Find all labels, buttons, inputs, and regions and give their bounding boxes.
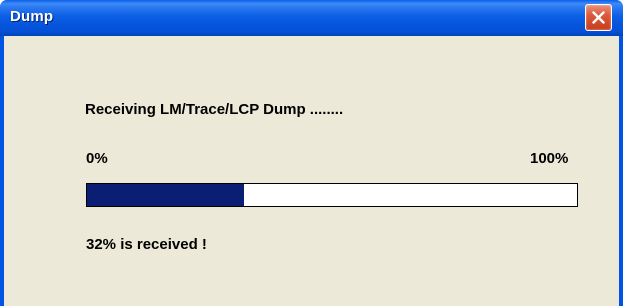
- dialog-body: Receiving LM/Trace/LCP Dump ........ 0% …: [4, 36, 619, 306]
- title-bar[interactable]: Dump: [0, 0, 623, 36]
- window-title: Dump: [10, 8, 54, 25]
- close-icon: [592, 11, 605, 24]
- progress-min-label: 0%: [86, 150, 108, 167]
- dump-dialog-window: Dump Receiving LM/Trace/LCP Dump .......…: [0, 0, 623, 306]
- dump-message: Receiving LM/Trace/LCP Dump ........: [85, 101, 344, 118]
- progress-status-text: 32% is received !: [86, 236, 207, 253]
- progress-bar-fill: [87, 184, 244, 206]
- progress-max-label: 100%: [530, 150, 569, 167]
- progress-bar: [86, 183, 578, 207]
- close-button[interactable]: [585, 4, 612, 31]
